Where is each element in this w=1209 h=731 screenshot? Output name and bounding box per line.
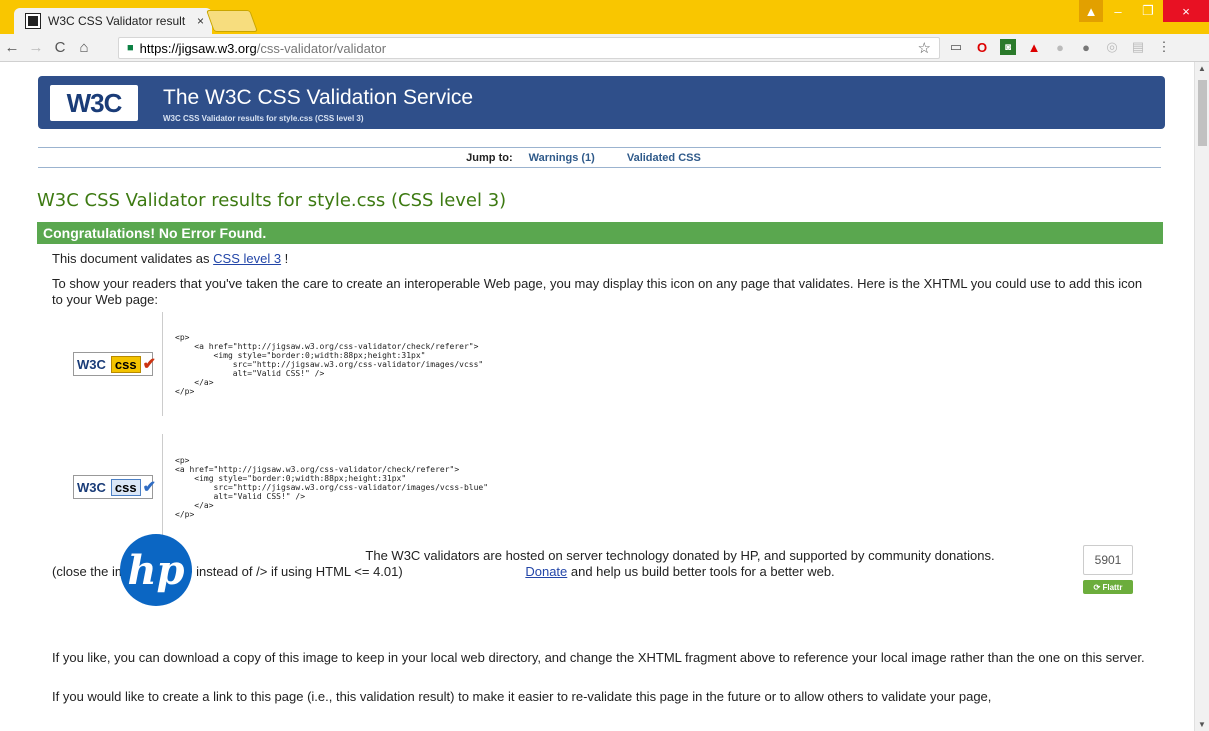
- acrobat-icon[interactable]: ▲: [1026, 39, 1042, 55]
- w3c-banner: W3C The W3C CSS Validation Service W3C C…: [38, 76, 1165, 129]
- jump-bar: Jump to: Warnings (1) Validated CSS: [38, 147, 1161, 168]
- chrome-menu-icon[interactable]: ⋮: [1156, 39, 1172, 55]
- browser-tabstrip: W3C CSS Validator result × ▲ – ❐ ×: [0, 0, 1209, 34]
- badge-container: W3C css ✔: [64, 434, 162, 540]
- banner-subtitle: W3C CSS Validator results for style.css …: [163, 114, 364, 123]
- congratulations-banner: Congratulations! No Error Found.: [37, 222, 1163, 244]
- scroll-up-icon[interactable]: ▲: [1198, 64, 1206, 73]
- shield-extension-icon[interactable]: ◙: [1000, 39, 1016, 55]
- flattr-count: 5901: [1083, 545, 1133, 575]
- address-bar-row: ← → C ⌂ ■ https://jigsaw.w3.org /css-val…: [0, 34, 1209, 62]
- link-paragraph: If you would like to create a link to th…: [52, 689, 992, 704]
- reload-icon[interactable]: C: [48, 39, 72, 56]
- badge-css-text: css: [110, 355, 141, 373]
- browser-tab[interactable]: W3C CSS Validator result ×: [14, 8, 212, 34]
- url-host: https://jigsaw.w3.org: [139, 40, 257, 56]
- validates-suffix: !: [281, 251, 289, 266]
- extensions-bar: ▭ O ◙ ▲ ● ● ◎ ▤ ⋮: [948, 39, 1172, 55]
- validates-line: This document validates as CSS level 3 !: [52, 251, 288, 267]
- valid-css-blue-badge[interactable]: W3C css ✔: [73, 475, 156, 499]
- forward-icon[interactable]: →: [24, 39, 48, 56]
- interop-paragraph: To show your readers that you've taken t…: [52, 276, 1143, 307]
- jump-link-validated-css[interactable]: Validated CSS: [627, 152, 701, 164]
- back-icon[interactable]: ←: [0, 39, 24, 56]
- donate-link[interactable]: Donate: [525, 564, 567, 579]
- css-level-link[interactable]: CSS level 3: [213, 251, 281, 266]
- minimize-button[interactable]: –: [1103, 0, 1133, 22]
- close-window-button[interactable]: ×: [1163, 0, 1209, 22]
- sponsor-line-1: The W3C validators are hosted on server …: [365, 548, 995, 563]
- scrollbar-thumb[interactable]: [1198, 80, 1207, 146]
- new-tab-button[interactable]: [205, 10, 259, 32]
- w3c-favicon-icon: [25, 13, 41, 29]
- badge-row-blue: W3C css ✔ <p> <a href="http://jigsaw.w3.…: [64, 434, 1164, 540]
- results-heading: W3C CSS Validator results for style.css …: [37, 190, 507, 211]
- opera-icon[interactable]: O: [974, 39, 990, 55]
- omnibox[interactable]: ■ https://jigsaw.w3.org /css-validator/v…: [118, 37, 940, 59]
- window-controls: ▲ – ❐ ×: [1079, 0, 1209, 22]
- download-paragraph: If you like, you can download a copy of …: [52, 650, 1145, 665]
- badge-w3c-text: W3C: [77, 356, 106, 372]
- home-icon[interactable]: ⌂: [72, 39, 96, 56]
- extension-icon[interactable]: ●: [1052, 39, 1068, 55]
- scroll-down-icon[interactable]: ▼: [1198, 720, 1206, 729]
- jump-label: Jump to:: [466, 151, 513, 164]
- bookmark-star-icon[interactable]: ☆: [918, 39, 931, 57]
- checkmark-icon: ✔: [142, 356, 156, 373]
- validates-prefix: This document validates as: [52, 251, 214, 266]
- cast-icon[interactable]: ▭: [948, 39, 964, 55]
- badge-css-text: css: [110, 478, 141, 496]
- extension-icon[interactable]: ●: [1078, 39, 1094, 55]
- tab-title: W3C CSS Validator result: [48, 14, 186, 28]
- xhtml-snippet-blue[interactable]: <p> <a href="http://jigsaw.w3.org/css-va…: [162, 434, 862, 540]
- jump-link-warnings[interactable]: Warnings (1): [529, 152, 595, 164]
- hp-logo[interactable]: hp: [120, 534, 192, 606]
- lock-icon: ■: [127, 42, 134, 54]
- restore-button[interactable]: ❐: [1133, 0, 1163, 22]
- badge-w3c-text: W3C: [77, 479, 106, 495]
- page-scrollbar[interactable]: ▲ ▼: [1194, 62, 1209, 731]
- w3c-logo[interactable]: W3C: [50, 85, 138, 121]
- extension-icon[interactable]: ▤: [1130, 39, 1146, 55]
- sponsor-line-2: Donate and help us build better tools fo…: [290, 564, 1070, 580]
- valid-css-gold-badge[interactable]: W3C css ✔: [73, 352, 156, 376]
- banner-title: The W3C CSS Validation Service: [163, 86, 474, 109]
- extension-icon[interactable]: ◎: [1104, 39, 1120, 55]
- url-path: /css-validator/validator: [256, 40, 387, 56]
- flattr-button[interactable]: ⟳ Flattr: [1083, 580, 1133, 594]
- profile-icon[interactable]: ▲: [1079, 0, 1103, 22]
- sponsor-line-2-suffix: and help us build better tools for a bet…: [567, 564, 835, 579]
- checkmark-icon: ✔: [142, 479, 156, 496]
- xhtml-snippet-gold[interactable]: <p> <a href="http://jigsaw.w3.org/css-va…: [162, 312, 862, 416]
- tab-close-icon[interactable]: ×: [197, 14, 204, 28]
- badge-container: W3C css ✔: [64, 312, 162, 416]
- badge-row-gold: W3C css ✔ <p> <a href="http://jigsaw.w3.…: [64, 312, 1164, 416]
- page-viewport: W3C The W3C CSS Validation Service W3C C…: [0, 62, 1194, 731]
- sponsor-text: The W3C validators are hosted on server …: [290, 548, 1070, 580]
